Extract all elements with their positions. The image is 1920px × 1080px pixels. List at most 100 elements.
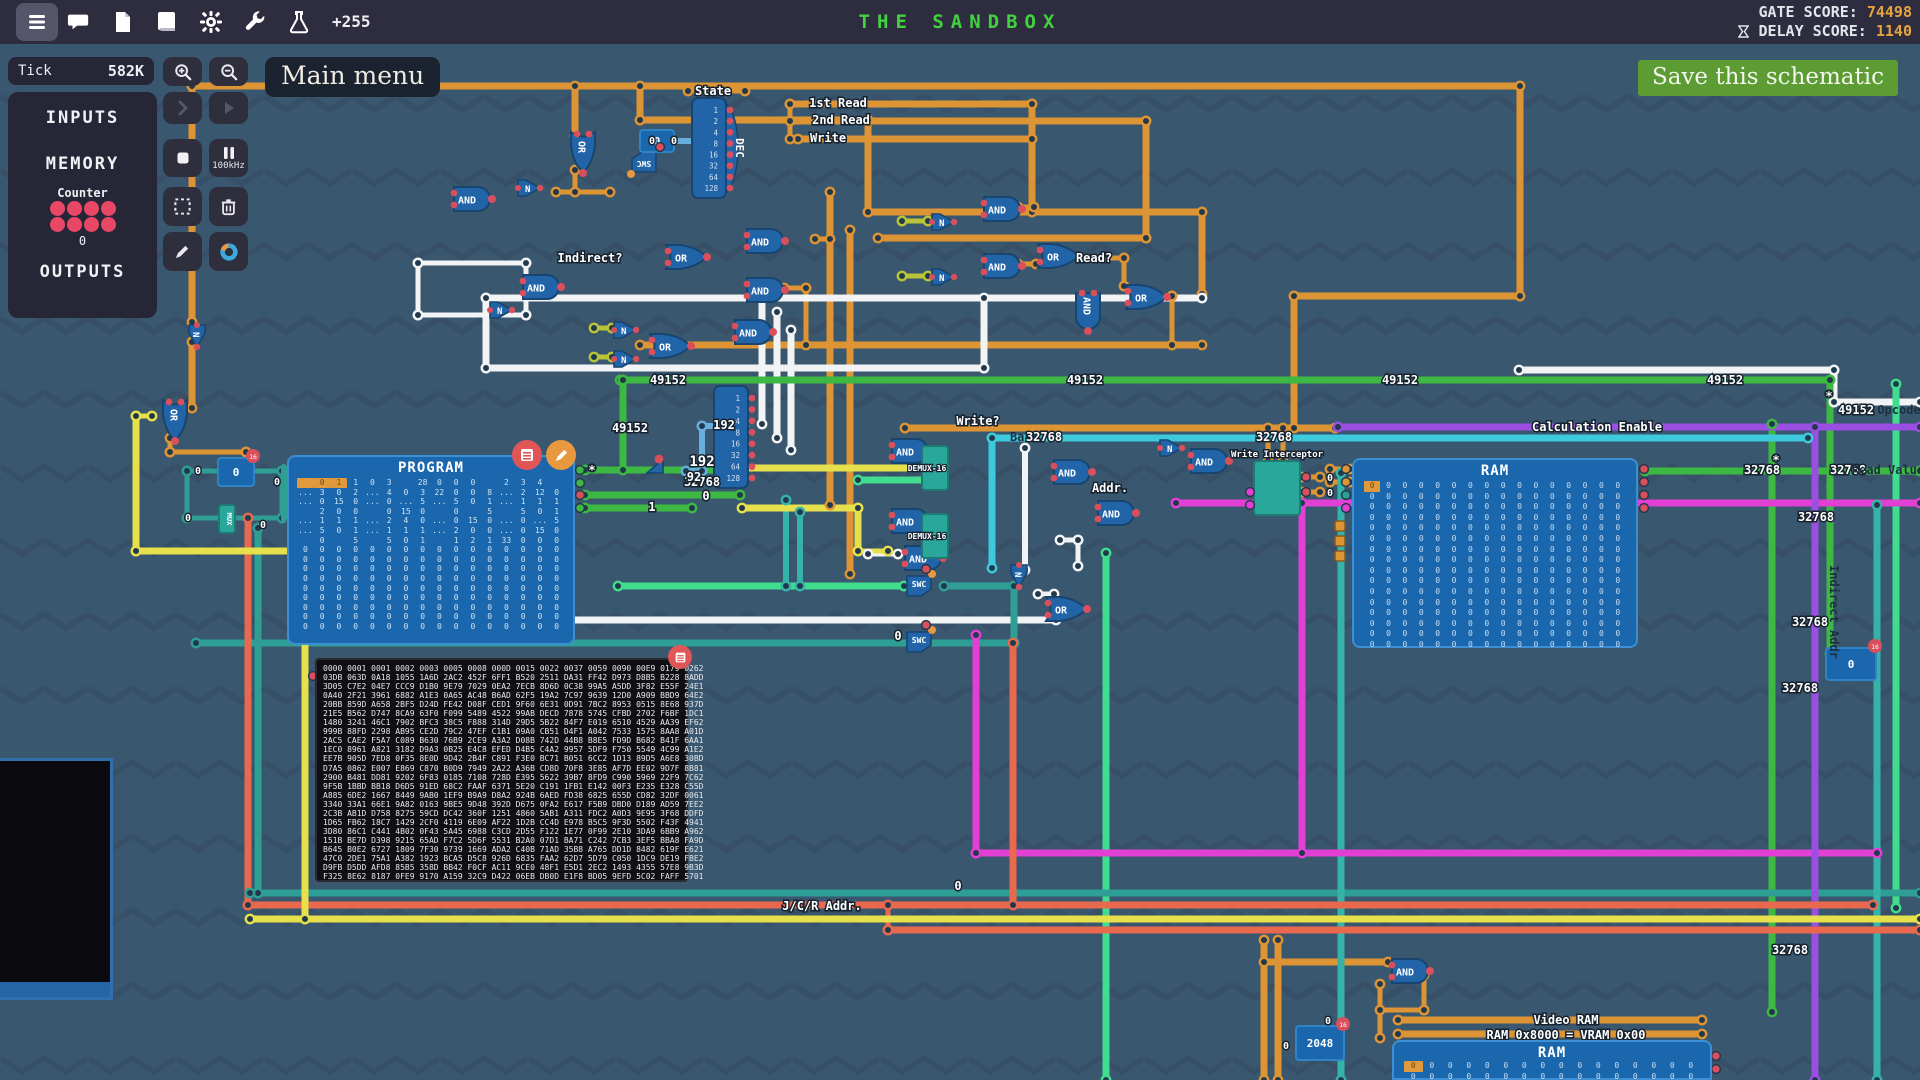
- wire-node[interactable]: [884, 926, 892, 934]
- and-gate[interactable]: AND: [1051, 460, 1096, 484]
- pin[interactable]: [922, 621, 931, 630]
- wire-node[interactable]: [1102, 1076, 1110, 1080]
- wire-node[interactable]: [802, 284, 810, 292]
- wire-node[interactable]: [414, 259, 422, 267]
- wire-node[interactable]: [864, 208, 872, 216]
- select-button[interactable]: [163, 187, 202, 226]
- decoder-component[interactable]: 1248163264128: [714, 386, 755, 488]
- wire-node[interactable]: [1274, 936, 1282, 944]
- pause-speed-button[interactable]: 100kHz: [209, 139, 248, 177]
- counter-preview[interactable]: [8, 201, 157, 216]
- wire-node[interactable]: [482, 364, 490, 372]
- save-schematic-button[interactable]: Save this schematic: [1638, 60, 1898, 96]
- wire-node[interactable]: [1516, 292, 1524, 300]
- wire-node[interactable]: [1892, 904, 1900, 912]
- wire-node[interactable]: [980, 294, 988, 302]
- wire-node[interactable]: [636, 341, 644, 349]
- wire-node[interactable]: [183, 467, 191, 475]
- wire-node[interactable]: [606, 188, 614, 196]
- wire-node[interactable]: [1198, 294, 1206, 302]
- pin[interactable]: [1342, 504, 1351, 513]
- wire-node[interactable]: [1376, 980, 1384, 988]
- wire-node[interactable]: [1021, 444, 1029, 452]
- wire-node[interactable]: [1394, 1030, 1402, 1038]
- wire-node[interactable]: [773, 434, 781, 442]
- wire-node[interactable]: [1198, 208, 1206, 216]
- wire-node[interactable]: [1515, 366, 1523, 374]
- or-gate[interactable]: OR: [1045, 597, 1091, 621]
- palette-memory[interactable]: MEMORY: [8, 154, 157, 174]
- pin[interactable]: [576, 479, 585, 488]
- wire-node[interactable]: [901, 424, 909, 432]
- wire-node[interactable]: [636, 82, 644, 90]
- wire-node[interactable]: [811, 235, 819, 243]
- n-gate[interactable]: N: [1157, 440, 1185, 456]
- wire-node[interactable]: [590, 324, 598, 332]
- wire-node[interactable]: [244, 514, 252, 522]
- n-gate[interactable]: N: [929, 269, 957, 285]
- wire-node[interactable]: [846, 570, 854, 578]
- pin[interactable]: [1342, 465, 1351, 474]
- and-gate[interactable]: AND: [1095, 501, 1140, 525]
- pin[interactable]: [1342, 491, 1351, 500]
- or-gate[interactable]: OR: [649, 334, 695, 358]
- video-ram-component[interactable]: RAM 000000000000000000000000000000000000…: [1392, 1040, 1712, 1080]
- and-gate[interactable]: AND: [732, 320, 777, 344]
- wire-node[interactable]: [1326, 465, 1334, 473]
- pin[interactable]: [1335, 551, 1345, 561]
- tri-gate[interactable]: [647, 455, 663, 473]
- wire-node[interactable]: [166, 448, 174, 456]
- register-component[interactable]: 204816: [1296, 1017, 1350, 1060]
- and-gate[interactable]: AND: [451, 187, 496, 211]
- wire-node[interactable]: [1009, 901, 1017, 909]
- pin[interactable]: [576, 504, 585, 513]
- wire-node[interactable]: [773, 308, 781, 316]
- wire-node[interactable]: [1260, 958, 1268, 966]
- zoom-in-button[interactable]: [163, 57, 202, 86]
- counter-preview-row2[interactable]: [8, 217, 157, 232]
- wire-node[interactable]: [1260, 936, 1268, 944]
- pin[interactable]: [656, 143, 665, 152]
- wire-node[interactable]: [1198, 341, 1206, 349]
- draw-button[interactable]: [163, 232, 202, 271]
- wire-node[interactable]: [1916, 889, 1920, 897]
- swc-gate[interactable]: SWC: [627, 152, 656, 178]
- and-gate[interactable]: AND: [1389, 959, 1434, 983]
- wire-node[interactable]: [1009, 639, 1017, 647]
- wire-node[interactable]: [552, 188, 560, 196]
- and-gate[interactable]: AND: [744, 229, 789, 253]
- wire-node[interactable]: [884, 901, 892, 909]
- wire-node[interactable]: [571, 188, 579, 196]
- hex-viewer[interactable]: 0000 0001 0001 0002 0003 0005 0008 000D …: [315, 658, 688, 882]
- wire-node[interactable]: [1768, 1008, 1776, 1016]
- wire-node[interactable]: [619, 466, 627, 474]
- wire-node[interactable]: [1334, 423, 1342, 431]
- wire-node[interactable]: [1028, 135, 1036, 143]
- mux-component[interactable]: MUX: [219, 505, 235, 533]
- wire-node[interactable]: [1811, 1076, 1819, 1080]
- wire-node[interactable]: [1768, 420, 1776, 428]
- wire-node[interactable]: [1873, 1076, 1881, 1080]
- wire-node[interactable]: [988, 434, 996, 442]
- wire-node[interactable]: [1030, 203, 1038, 211]
- wire-node[interactable]: [988, 564, 996, 572]
- wire-node[interactable]: [1290, 292, 1298, 300]
- wire-node[interactable]: [1142, 117, 1150, 125]
- wire-node[interactable]: [590, 353, 598, 361]
- wire-node[interactable]: [1892, 380, 1900, 388]
- pin[interactable]: [1712, 1052, 1721, 1061]
- delete-button[interactable]: [209, 187, 248, 226]
- wire-node[interactable]: [688, 504, 696, 512]
- pin[interactable]: [576, 466, 585, 475]
- wire-node[interactable]: [980, 364, 988, 372]
- wire-node[interactable]: [787, 446, 795, 454]
- wire-node[interactable]: [1698, 1030, 1706, 1038]
- wire-node[interactable]: [894, 550, 902, 558]
- wire-node[interactable]: [854, 547, 862, 555]
- and-gate[interactable]: AND: [981, 254, 1026, 278]
- or-gate[interactable]: OR: [665, 245, 711, 269]
- step-button[interactable]: [163, 92, 202, 124]
- wire-node[interactable]: [782, 582, 790, 590]
- wire-node[interactable]: [1916, 499, 1920, 507]
- play-button[interactable]: [209, 92, 248, 124]
